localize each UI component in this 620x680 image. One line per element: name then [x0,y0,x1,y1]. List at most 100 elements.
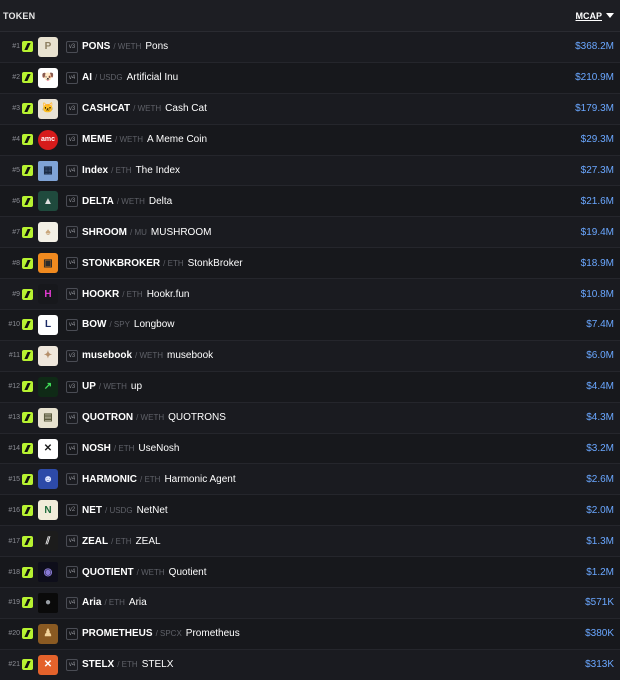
token-symbol[interactable]: STONKBROKER [82,258,160,269]
token-symbol[interactable]: AI [82,72,92,83]
token-row[interactable]: #10 L v4 BOW / SPY Longbow $7.4M [0,310,620,341]
mcap-column-header[interactable]: MCAP [576,11,603,21]
token-name: Longbow [133,319,175,331]
quick-buy-bolt-icon[interactable] [22,504,33,516]
quick-buy-bolt-icon[interactable] [22,381,33,393]
token-row[interactable]: #1 P v3 PONS / WETH Pons $368.2M [0,32,620,63]
token-avatar: ▤ [38,407,58,428]
token-symbol[interactable]: Aria [82,597,101,608]
token-pair: / ETH [117,660,138,670]
token-symbol[interactable]: Index [82,165,108,176]
token-symbol[interactable]: ZEAL [82,536,108,547]
quick-buy-bolt-icon[interactable] [22,72,33,84]
quick-buy-bolt-icon[interactable] [22,134,33,146]
quick-buy-bolt-icon[interactable] [22,257,33,269]
token-symbol[interactable]: QUOTIENT [82,567,134,578]
token-row[interactable]: #3 🐱 v3 CASHCAT / WETH Cash Cat $179.3M [0,93,620,125]
token-symbol[interactable]: musebook [82,350,132,361]
token-symbol[interactable]: MEME [82,134,112,145]
token-row[interactable]: #20 ♟ v4 PROMETHEUS / SPCX Prometheus $3… [0,618,620,650]
quick-buy-bolt-icon[interactable] [22,628,33,640]
token-pair: / WETH [98,382,127,392]
quick-buy-bolt-icon[interactable] [22,473,33,485]
market-cap-value: $27.3M [580,165,614,176]
quick-buy-bolt-icon[interactable] [22,659,33,671]
token-row[interactable]: #9 H v4 HOOKR / ETH Hookr.fun $10.8M [0,279,620,311]
pool-version-badge: v4 [66,226,78,239]
sort-desc-icon[interactable] [606,13,614,18]
quick-buy-bolt-icon[interactable] [22,195,33,207]
token-row[interactable]: #14 ✕ v4 NOSH / ETH UseNosh $3.2M [0,433,620,465]
token-symbol[interactable]: CASHCAT [82,103,130,114]
token-row[interactable]: #4 amc v3 MEME / WETH A Meme Coin $29.3M [0,124,620,156]
token-row[interactable]: #12 ↗ v3 UP / WETH up $4.4M [0,371,620,403]
market-cap-value: $6.0M [586,350,614,362]
token-avatar-glyph: 🐱 [41,103,55,115]
rank-label: #15 [8,475,20,483]
token-symbol[interactable]: QUOTRON [82,412,133,423]
token-row[interactable]: #17 ⫽ v4 ZEAL / ETH ZEAL $1.3M [0,526,620,558]
token-avatar-glyph: ▦ [43,165,53,176]
pool-version-badge: v4 [66,411,78,424]
quick-buy-bolt-icon[interactable] [22,41,33,53]
quick-buy-bolt-icon[interactable] [22,535,33,547]
mcap-sort-button[interactable]: MCAP [576,11,614,21]
quick-buy-bolt-icon[interactable] [22,165,33,176]
token-symbol[interactable]: PONS [82,41,110,52]
token-symbol[interactable]: STELX [82,659,114,670]
token-symbol[interactable]: NOSH [82,443,111,454]
token-avatar: ▦ [38,160,58,181]
token-row[interactable]: #7 ♠ v4 SHROOM / MU MUSHROOM $19.4M [0,217,620,249]
pool-version-badge: v2 [66,504,78,517]
token-name: The Index [135,165,181,176]
pool-version-badge: v4 [66,257,78,270]
token-row[interactable]: #16 N v2 NET / USDG NetNet $2.0M [0,495,620,527]
token-column-header[interactable]: TOKEN [3,11,35,21]
quick-buy-bolt-icon[interactable] [22,226,33,238]
quick-buy-bolt-icon[interactable] [22,412,33,424]
token-symbol[interactable]: HARMONIC [82,474,137,485]
token-row[interactable]: #8 ▣ v4 STONKBROKER / ETH StonkBroker $1… [0,248,620,280]
token-row[interactable]: #15 ☻ v4 HARMONIC / ETH Harmonic Agent $… [0,464,620,496]
token-row[interactable]: #21 ✕ v4 STELX / ETH STELX $313K [0,649,620,680]
token-symbol[interactable]: DELTA [82,196,114,207]
token-symbol[interactable]: UP [82,381,96,392]
token-avatar-glyph: amc [40,136,55,144]
token-symbol[interactable]: HOOKR [82,289,119,300]
rank-label: #10 [8,321,20,329]
token-row[interactable]: #19 ● v4 Aria / ETH Aria $571K [0,588,620,619]
token-pair: / ETH [163,258,184,268]
quick-buy-bolt-icon[interactable] [22,566,33,578]
quick-buy-bolt-icon[interactable] [22,103,33,115]
token-row[interactable]: #13 ▤ v4 QUOTRON / WETH QUOTRONS $4.3M [0,402,620,434]
quick-buy-bolt-icon[interactable] [22,288,33,300]
token-row[interactable]: #2 🐶 v4 AI / USDG Artificial Inu $210.9M [0,62,620,94]
token-row[interactable]: #5 ▦ v4 Index / ETH The Index $27.3M [0,155,620,187]
market-cap-value: $4.4M [586,381,614,393]
quick-buy-bolt-icon[interactable] [22,319,33,331]
market-cap-value: $1.2M [586,566,614,578]
token-symbol[interactable]: NET [82,505,102,516]
token-avatar-glyph: ☻ [42,473,54,485]
token-pair: / ETH [113,444,135,454]
token-name: Delta [148,195,173,207]
quick-buy-bolt-icon[interactable] [22,443,33,455]
token-avatar-glyph: P [44,41,52,53]
token-pair: / USDG [105,505,133,515]
quick-buy-bolt-icon[interactable] [22,350,33,362]
pool-version-badge: v4 [66,596,78,609]
token-row[interactable]: #6 ▲ v3 DELTA / WETH Delta $21.6M [0,186,620,218]
token-avatar-glyph: ▲ [43,195,53,207]
quick-buy-bolt-icon[interactable] [22,597,33,609]
token-symbol[interactable]: BOW [82,319,106,330]
token-avatar-glyph: N [44,504,52,516]
pool-version-badge: v3 [66,133,78,146]
token-row[interactable]: #11 ✦ v3 musebook / WETH musebook $6.0M [0,340,620,372]
token-avatar-glyph: H [44,288,52,300]
token-symbol[interactable]: PROMETHEUS [82,628,153,639]
rank-label: #9 [12,290,20,298]
pool-version-badge: v3 [66,40,78,53]
token-row[interactable]: #18 ◉ v4 QUOTIENT / WETH Quotient $1.2M [0,557,620,589]
token-name: QUOTRONS [168,412,226,424]
token-symbol[interactable]: SHROOM [82,227,127,238]
